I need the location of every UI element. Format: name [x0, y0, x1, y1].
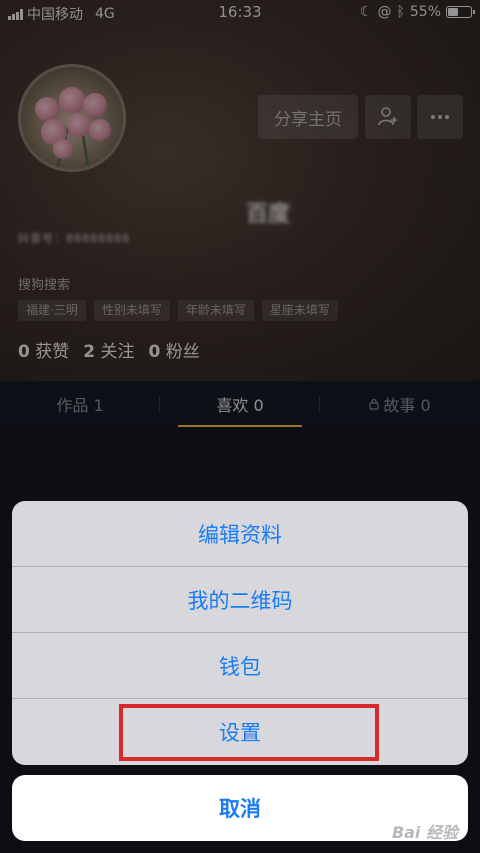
edit-profile-button[interactable]: 编辑资料	[12, 501, 468, 567]
wallet-button[interactable]: 钱包	[12, 633, 468, 699]
settings-highlight-box	[119, 704, 379, 761]
my-qr-code-button[interactable]: 我的二维码	[12, 567, 468, 633]
watermark: Bai 经验	[391, 823, 458, 842]
